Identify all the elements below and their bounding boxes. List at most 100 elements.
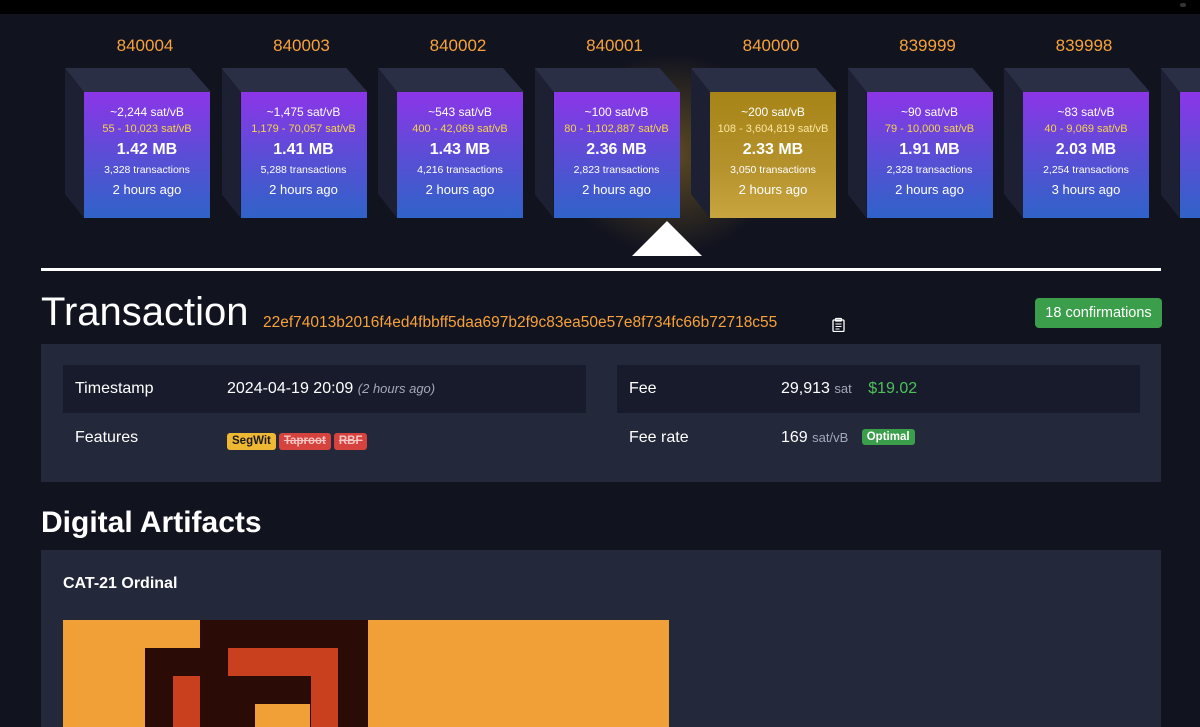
block-median-fee: ~2,244 sat/vB — [110, 105, 184, 119]
block-cube-top — [847, 68, 994, 92]
block-tx-count: 5,288 transactions — [260, 164, 347, 176]
block-839997[interactable]: 839997 ~97 sat/vB 87 - 3,956 sat/vB 1.72 MB… — [1160, 14, 1200, 254]
block-height-label[interactable]: 840000 — [691, 36, 851, 56]
block-tx-count: 4,216 transactions — [417, 164, 503, 176]
block-mined-time: 2 hours ago — [582, 182, 651, 197]
block-size: 2.03 MB — [1055, 141, 1117, 158]
fee-label: Fee — [629, 380, 657, 397]
block-height-label[interactable]: 840002 — [378, 36, 538, 56]
block-fee-range: 80 - 1,102,887 sat/vB — [564, 123, 669, 135]
block-size: 1.43 MB — [429, 141, 491, 158]
block-mined-time: 2 hours ago — [738, 182, 808, 197]
block-median-fee: ~83 sat/vB — [1057, 105, 1115, 119]
block-cube-side — [847, 68, 867, 218]
block-cube-side — [378, 68, 397, 218]
block-840002[interactable]: 840002 ~543 sat/vB 400 - 42,069 sat/vB 1.43… — [378, 14, 538, 254]
fee-value: 29,913 sat $19.02 — [781, 380, 917, 398]
block-cube-face[interactable]: ~100 sat/vB 80 - 1,102,887 sat/vB 2.36 MB 2… — [553, 92, 680, 218]
fee-rate-label: Fee rate — [629, 429, 689, 446]
block-fee-range: 79 - 10,000 sat/vB — [884, 123, 975, 135]
fee-rate-number: 169 — [781, 429, 808, 446]
block-fee-range: 87 - 3,956 sat/vB — [1180, 123, 1200, 135]
block-size: 1.72 MB — [1180, 141, 1200, 159]
fee-sat-unit: sat — [834, 381, 852, 396]
feature-tag-segwit[interactable]: SegWit — [227, 433, 276, 450]
block-tx-count: 3,328 transactions — [104, 164, 190, 176]
block-cube-side — [691, 68, 710, 218]
block-median-fee: ~90 sat/vB — [900, 105, 959, 119]
page-title: Transaction — [41, 290, 249, 334]
block-840000[interactable]: 840000 ~200 sat/vB 108 - 3,604,819 sat/vB 2… — [691, 14, 851, 254]
block-height-label[interactable]: 840003 — [222, 36, 382, 56]
block-mined-time: 3 hours ago — [1051, 182, 1121, 197]
fee-rate-row: Fee rate 169 sat/vB Optimal — [617, 414, 1140, 462]
block-840001[interactable]: 840001 ~100 sat/vB 80 - 1,102,887 sat/vB 2.… — [534, 14, 695, 254]
block-cube-face[interactable]: ~2,244 sat/vB 55 - 10,023 sat/vB 1.42 MB 3,… — [84, 92, 210, 218]
block-cube-face[interactable]: ~97 sat/vB 87 - 3,956 sat/vB 1.72 MB 2,633 … — [1179, 92, 1200, 218]
block-839998[interactable]: 839998 ~83 sat/vB 40 - 9,069 sat/vB 2.03 MB… — [1004, 14, 1164, 254]
artifact-name: CAT-21 Ordinal — [63, 575, 178, 592]
block-cube-top — [221, 68, 368, 92]
blockchain-blocks-strip[interactable]: 840004 ~2,244 sat/vB 55 - 10,023 sat/vB 1.4… — [0, 14, 1200, 272]
block-cube-face[interactable]: ~83 sat/vB 40 - 9,069 sat/vB 2.03 MB 2,254 … — [1023, 92, 1149, 218]
block-fee-range: 1,179 - 70,057 sat/vB — [251, 123, 356, 135]
block-height-label[interactable]: 839998 — [1004, 36, 1164, 56]
artifacts-title: Digital Artifacts — [41, 506, 262, 539]
fee-rate-status-badge: Optimal — [861, 429, 915, 445]
block-median-fee: ~543 sat/vB — [428, 105, 492, 119]
block-height-label[interactable]: 839999 — [848, 36, 1008, 56]
block-height-label[interactable]: 839997 — [1161, 36, 1200, 56]
timestamp-value: 2024-04-19 20:09 (2 hours ago) — [227, 380, 435, 398]
feature-tag-rbf[interactable]: RBF — [333, 433, 368, 450]
block-size: 2.33 MB — [742, 141, 804, 158]
block-fee-range: 55 - 10,023 sat/vB — [102, 123, 192, 135]
transaction-id-link[interactable]: 22ef74013b2016f4ed4fbbff5daa697b2f9c83ea… — [263, 314, 777, 332]
block-mined-time: 2 hours ago — [269, 182, 338, 197]
fee-rate-value: 169 sat/vB Optimal — [781, 429, 915, 447]
block-839999[interactable]: 839999 ~90 sat/vB 79 - 10,000 sat/vB 1.91 M… — [847, 14, 1008, 254]
block-840003[interactable]: 840003 ~1,475 sat/vB 1,179 - 70,057 sat/vB… — [221, 14, 382, 254]
block-tx-count: 2,823 transactions — [573, 164, 660, 176]
blocks-divider — [41, 268, 1161, 271]
block-tx-count: 2,633 transactions — [1180, 164, 1200, 176]
copy-icon[interactable] — [832, 317, 845, 332]
block-mined-time: 2 hours ago — [425, 182, 495, 197]
block-cube-face[interactable]: ~543 sat/vB 400 - 42,069 sat/vB 1.43 MB 4,2… — [397, 92, 523, 218]
features-label: Features — [75, 429, 139, 446]
block-cube-top — [65, 68, 211, 92]
block-tx-count: 2,328 transactions — [886, 164, 973, 176]
block-size: 1.41 MB — [273, 141, 334, 158]
block-840004[interactable]: 840004 ~2,244 sat/vB 55 - 10,023 sat/vB 1.4… — [65, 14, 225, 254]
block-median-fee: ~1,475 sat/vB — [266, 105, 341, 119]
block-tx-count: 3,050 transactions — [730, 164, 816, 176]
block-fee-range: 40 - 9,069 sat/vB — [1044, 123, 1128, 135]
block-fee-range: 400 - 42,069 sat/vB — [412, 123, 508, 135]
block-fee-range: 108 - 3,604,819 sat/vB — [717, 123, 829, 135]
features-tags: SegWit Taproot RBF — [227, 431, 370, 450]
block-height-label[interactable]: 840004 — [65, 36, 225, 56]
block-cube-face[interactable]: ~90 sat/vB 79 - 10,000 sat/vB 1.91 MB 2,328… — [866, 92, 993, 218]
block-cube-face[interactable]: ~200 sat/vB 108 - 3,604,819 sat/vB 2.33 MB… — [710, 92, 836, 218]
block-cube-top — [534, 68, 681, 92]
transaction-details-panel: Timestamp 2024-04-19 20:09 (2 hours ago)… — [41, 344, 1161, 482]
timestamp-date: 2024-04-19 20:09 — [227, 380, 354, 397]
fee-sat-amount: 29,913 — [781, 380, 830, 397]
timestamp-row: Timestamp 2024-04-19 20:09 (2 hours ago) — [63, 365, 586, 413]
fee-usd-amount: $19.02 — [868, 380, 918, 397]
block-cube-side — [1160, 68, 1180, 218]
block-mined-time: 2 hours ago — [895, 182, 964, 197]
block-cube-side — [221, 68, 241, 218]
block-cube-face[interactable]: ~1,475 sat/vB 1,179 - 70,057 sat/vB 1.41 M… — [240, 92, 367, 218]
block-median-fee: ~100 sat/vB — [584, 105, 649, 119]
block-size: 1.42 MB — [116, 141, 178, 158]
block-cube-side — [65, 68, 84, 218]
block-cube-side — [534, 68, 554, 218]
feature-tag-taproot[interactable]: Taproot — [278, 433, 331, 450]
block-tx-count: 2,254 transactions — [1043, 164, 1129, 176]
block-mined-time: 3 hours ago — [1180, 182, 1200, 197]
block-height-label[interactable]: 840001 — [535, 36, 695, 56]
features-row: Features SegWit Taproot RBF — [63, 414, 586, 462]
block-median-fee: ~97 sat/vB — [1180, 105, 1200, 119]
fee-rate-unit: sat/vB — [812, 430, 849, 445]
block-mined-time: 2 hours ago — [112, 182, 182, 197]
